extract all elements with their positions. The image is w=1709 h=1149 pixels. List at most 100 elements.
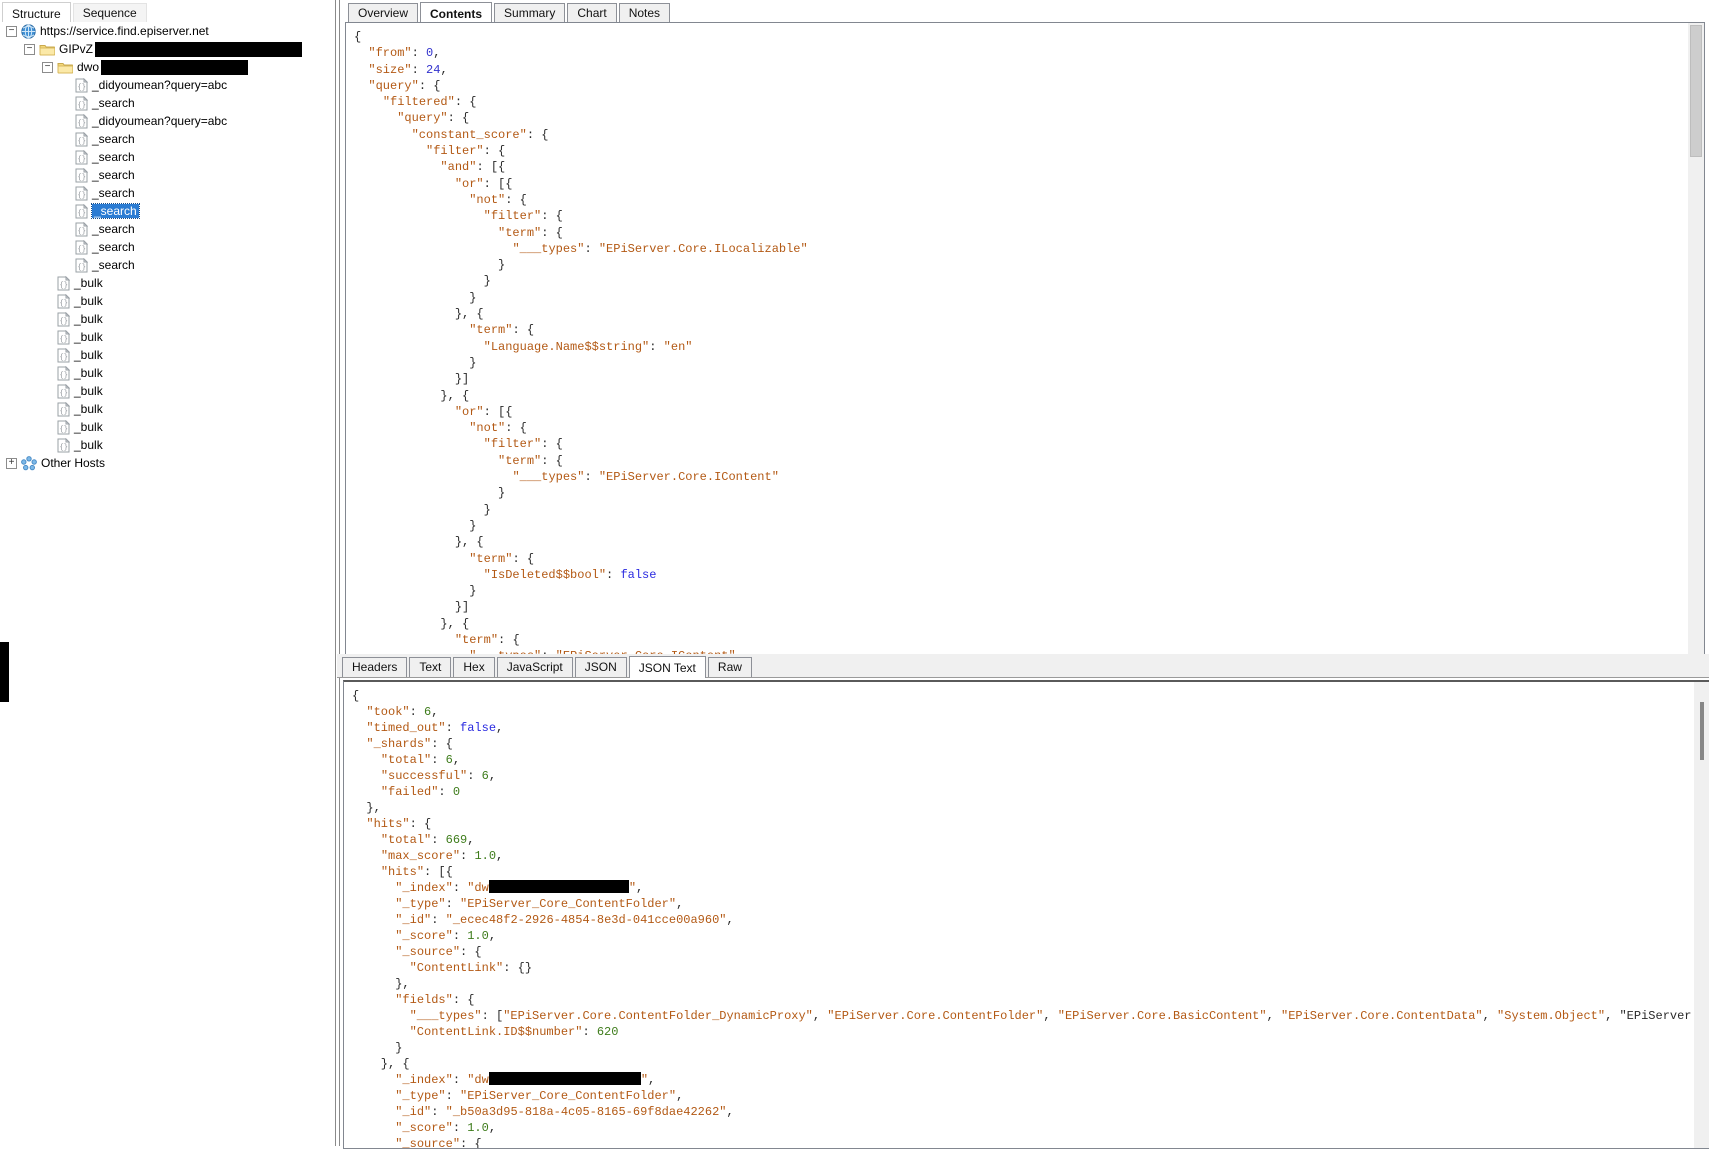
tree-row[interactable]: − GIPvZ [0, 40, 334, 58]
request-json-panel[interactable]: { "from": 0, "size": 24, "query": { "fil… [345, 22, 1705, 656]
collapse-expander-icon[interactable]: − [24, 43, 35, 55]
tree-row[interactable]: {} _bulk [0, 346, 334, 364]
tree-row[interactable]: {} _bulk [0, 436, 334, 454]
tree-item-label[interactable]: _search [92, 168, 135, 182]
tree-row[interactable]: {} _search [0, 94, 334, 112]
tree-item-label[interactable]: _search [92, 186, 135, 200]
json-line: "term": { [498, 225, 563, 240]
tree-row[interactable]: {} _search [0, 166, 334, 184]
tree-item-label[interactable]: Other Hosts [41, 456, 105, 470]
tree-row[interactable]: {} _search [0, 148, 334, 166]
expander-placeholder [42, 422, 53, 433]
tab-sequence[interactable]: Sequence [72, 3, 147, 24]
tree-row[interactable]: {} _didyoumean?query=abc [0, 76, 334, 94]
tree-item-label[interactable]: _bulk [74, 420, 103, 434]
tab-summary[interactable]: Summary [494, 3, 566, 23]
json-doc-icon: {} [75, 257, 88, 273]
json-line: } [354, 518, 477, 533]
tree-row[interactable]: {} _bulk [0, 328, 334, 346]
expander-placeholder [42, 440, 53, 451]
request-scrollbar[interactable] [1688, 23, 1704, 655]
tree-row[interactable]: {} _bulk [0, 400, 334, 418]
tree-row[interactable]: {} _search [0, 238, 334, 256]
tree-item-label[interactable]: _search [92, 150, 135, 164]
tab-headers[interactable]: Headers [342, 657, 408, 677]
expander-placeholder [42, 368, 53, 379]
tree-row[interactable]: {} _bulk [0, 382, 334, 400]
expander-placeholder [42, 386, 53, 397]
tree-item-label[interactable]: _search [92, 258, 135, 272]
tree-row[interactable]: {} _bulk [0, 274, 334, 292]
tree-item-label[interactable]: _bulk [74, 366, 103, 380]
tree-item-label[interactable]: _bulk [74, 438, 103, 452]
expand-expander-icon[interactable]: + [6, 457, 17, 469]
tree-item-label[interactable]: _bulk [74, 312, 103, 326]
tree-row[interactable]: {} _search [0, 202, 334, 220]
tree-row[interactable]: {} _search [0, 184, 334, 202]
tree-item-label[interactable]: _didyoumean?query=abc [92, 78, 227, 92]
tree-row[interactable]: − dwo [0, 58, 334, 76]
tree-row[interactable]: {} _search [0, 220, 334, 238]
tab-contents[interactable]: Contents [420, 2, 493, 24]
json-doc-icon: {} [57, 419, 70, 435]
tab-json[interactable]: JSON [574, 657, 627, 677]
tree-item-label[interactable]: _bulk [74, 402, 103, 416]
tree-item-label[interactable]: _search [91, 203, 140, 219]
json-line: }, [352, 801, 381, 815]
svg-text:{}: {} [60, 426, 68, 434]
tree-item-label[interactable]: _bulk [74, 384, 103, 398]
tree-item-label[interactable]: GIPvZ [59, 42, 93, 56]
tree-row[interactable]: {} _bulk [0, 310, 334, 328]
tree-item-label[interactable]: _search [92, 96, 135, 110]
tree-row[interactable]: {} _bulk [0, 418, 334, 436]
tree-row[interactable]: {} _bulk [0, 292, 334, 310]
tree-item-label[interactable]: _search [92, 132, 135, 146]
session-tree[interactable]: − https://service.find.episerver.net − GIPv… [0, 22, 334, 1146]
tree-item-label[interactable]: _bulk [74, 330, 103, 344]
svg-text:{}: {} [78, 192, 86, 200]
collapse-expander-icon[interactable]: − [6, 25, 17, 37]
tree-row[interactable]: − https://service.find.episerver.net [0, 22, 334, 40]
tab-notes[interactable]: Notes [618, 3, 671, 23]
tree-item-label[interactable]: _didyoumean?query=abc [92, 114, 227, 128]
tree-item-label[interactable]: _bulk [74, 294, 103, 308]
json-line: } [352, 1041, 403, 1055]
response-scrollbar[interactable] [1694, 682, 1709, 1148]
expander-placeholder [60, 80, 71, 91]
tab-json-text[interactable]: JSON Text [628, 656, 706, 678]
json-doc-icon: {} [75, 77, 88, 93]
tab-overview[interactable]: Overview [348, 3, 419, 23]
tree-item-label[interactable]: _search [92, 222, 135, 236]
tree-item-label[interactable]: _bulk [74, 348, 103, 362]
tab-raw[interactable]: Raw [707, 657, 752, 677]
tab-text[interactable]: Text [409, 657, 452, 677]
tree-item-label[interactable]: dwo [77, 60, 99, 74]
tab-hex[interactable]: Hex [453, 657, 495, 677]
response-scrollbar-thumb[interactable] [1700, 702, 1704, 760]
tab-chart[interactable]: Chart [567, 3, 617, 23]
tree-row[interactable]: + Other Hosts [0, 454, 334, 472]
json-line: "_id": "_ecec48f2-2926-4854-8e3d-041cce0… [395, 913, 734, 927]
tree-item-label[interactable]: _search [92, 240, 135, 254]
collapse-expander-icon[interactable]: − [42, 61, 53, 73]
json-line: "not": { [469, 192, 527, 207]
request-scrollbar-thumb[interactable] [1690, 25, 1702, 157]
redaction-bar [0, 642, 9, 702]
svg-text:{}: {} [60, 444, 68, 452]
json-line: "term": { [498, 453, 563, 468]
tree-row[interactable]: {} _bulk [0, 364, 334, 382]
tab-javascript[interactable]: JavaScript [496, 657, 573, 677]
json-line: }, { [354, 616, 470, 631]
json-line: { [354, 30, 362, 44]
tree-row[interactable]: {} _didyoumean?query=abc [0, 112, 334, 130]
tree-item-label[interactable]: https://service.find.episerver.net [40, 24, 209, 38]
panel-splitter[interactable] [335, 0, 340, 1146]
tree-row[interactable]: {} _search [0, 130, 334, 148]
tree-row[interactable]: {} _search [0, 256, 334, 274]
json-line: "constant_score": { [411, 127, 549, 142]
tree-item-label[interactable]: _bulk [74, 276, 103, 290]
json-line: "___types": ["EPiServer.Core.ContentFold… [409, 1009, 1693, 1023]
json-line: "filtered": { [382, 95, 477, 110]
response-json-panel[interactable]: { "took": 6, "timed_out": false, "_shard… [343, 680, 1709, 1149]
json-doc-icon: {} [75, 203, 88, 219]
